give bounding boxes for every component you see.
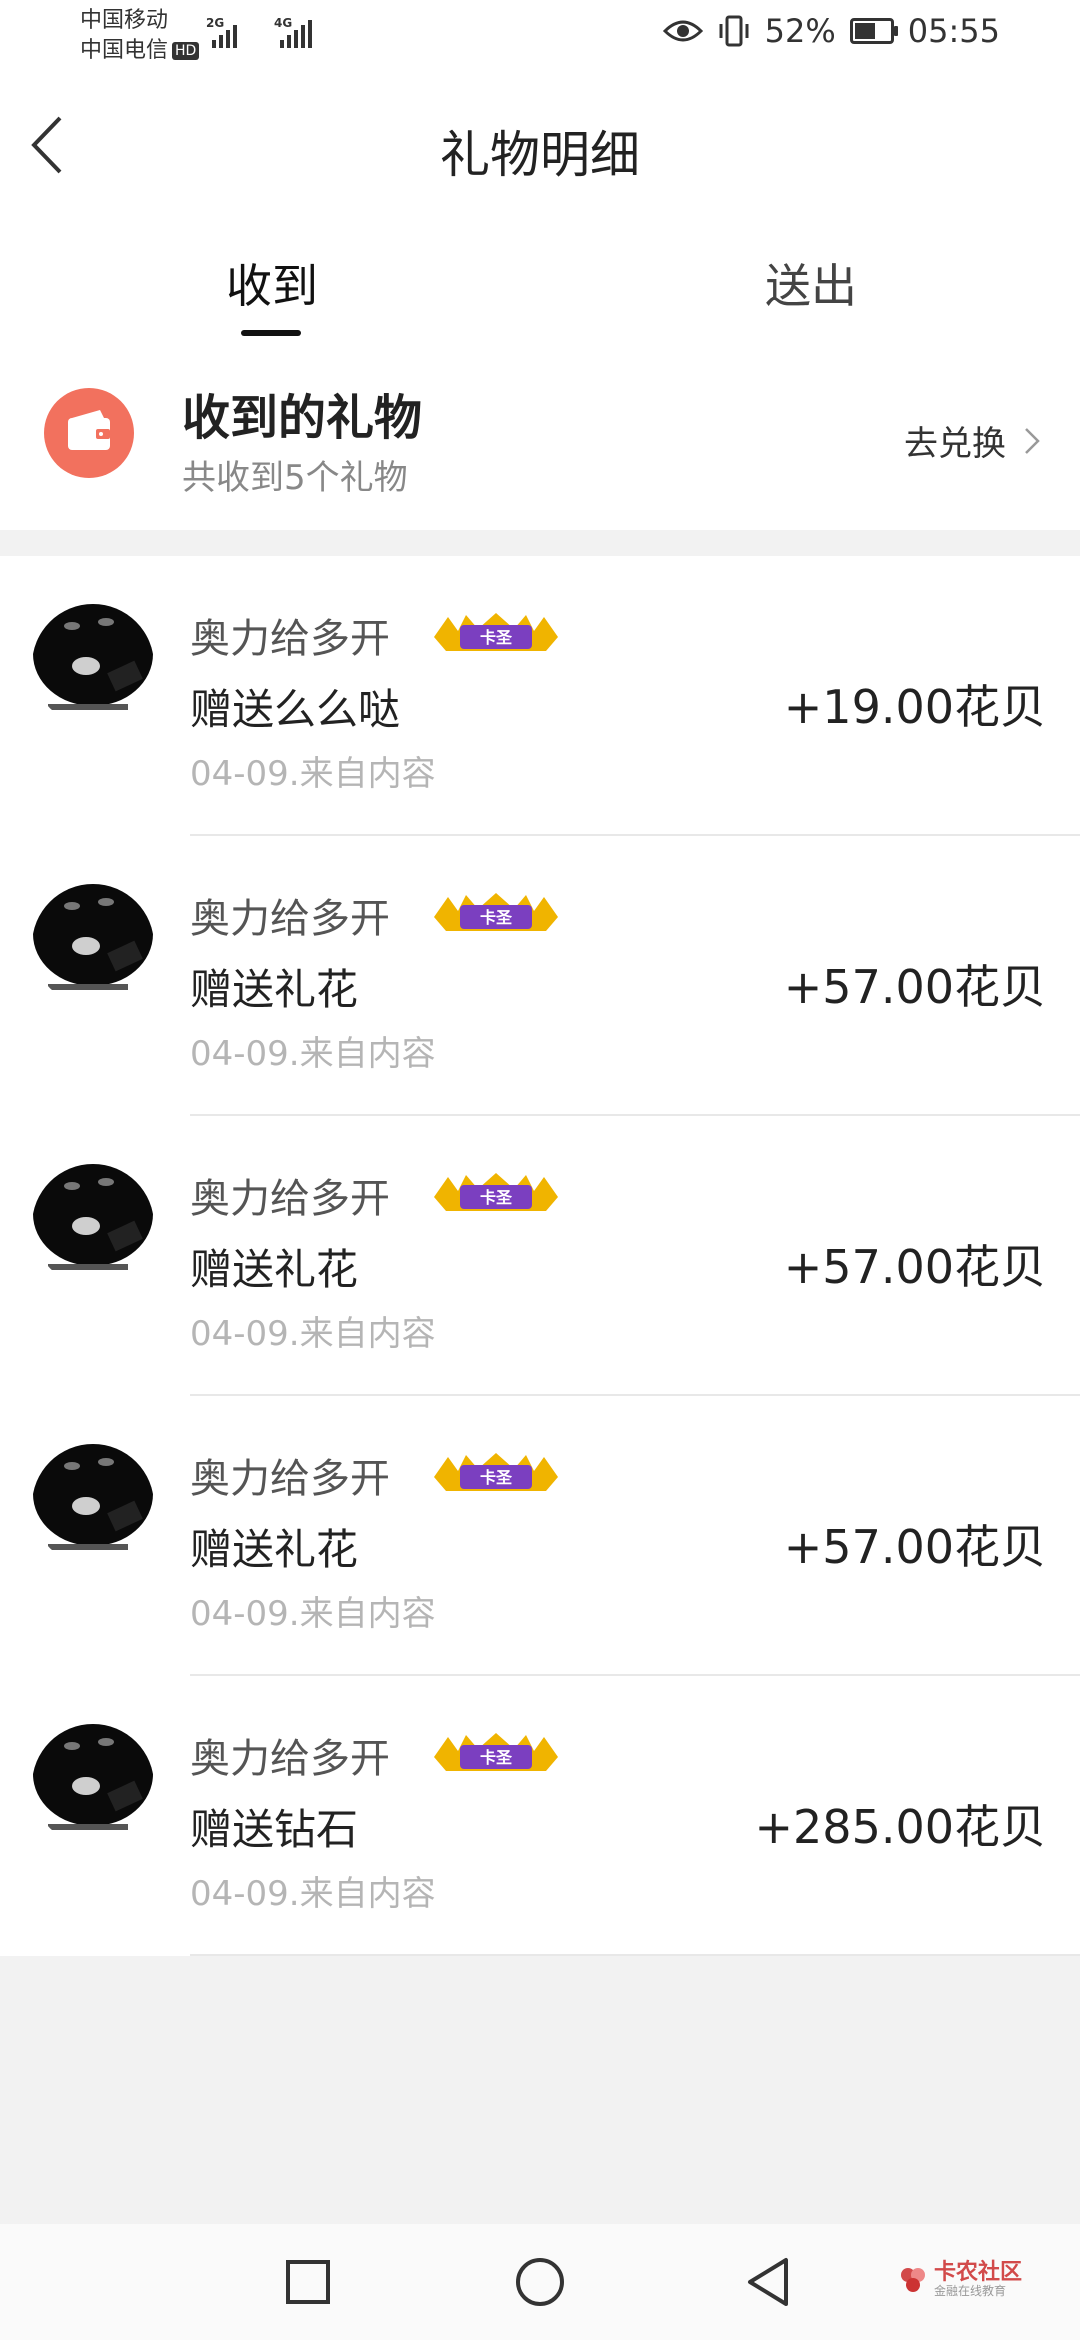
gift-description: 赠送钻石 bbox=[190, 1805, 359, 1854]
badge-label: 卡圣 bbox=[480, 908, 513, 927]
signal-2g-icon: 2G bbox=[206, 16, 237, 48]
network-4g-label: 4G bbox=[274, 16, 293, 30]
tab-indicator bbox=[241, 330, 301, 336]
network-2g-label: 2G bbox=[206, 16, 225, 30]
chevron-right-icon bbox=[1025, 427, 1040, 454]
system-nav-bar: 卡农社区 金融在线教育 bbox=[0, 2224, 1080, 2340]
watermark-logo-icon bbox=[900, 2268, 925, 2292]
gift-description: 赠送么么哒 bbox=[190, 685, 401, 734]
circle-icon[interactable] bbox=[512, 2254, 568, 2310]
triangle-back-icon[interactable] bbox=[742, 2254, 798, 2310]
tab-sent[interactable]: 送出 bbox=[765, 250, 857, 316]
gift-row[interactable]: 奥力给多开 卡圣 赠送礼花 04-09.来自内容 +57.00花贝 bbox=[0, 1396, 1080, 1676]
gift-meta: 04-09.来自内容 bbox=[190, 1314, 436, 1354]
vibrate-icon bbox=[719, 15, 749, 47]
summary-title: 收到的礼物 bbox=[182, 390, 423, 446]
status-bar: 中国移动 中国电信 HD 2G 4G 52% 05:55 bbox=[0, 0, 1080, 70]
gift-description: 赠送礼花 bbox=[190, 1525, 359, 1574]
badge-crown-icon: 卡圣 bbox=[434, 1173, 558, 1211]
sender-name[interactable]: 奥力给多开 bbox=[190, 606, 390, 664]
gift-row[interactable]: 奥力给多开 卡圣 赠送钻石 04-09.来自内容 +285.00花贝 bbox=[0, 1676, 1080, 1956]
gift-amount: +285.00花贝 bbox=[754, 1800, 1047, 1854]
gift-amount: +57.00花贝 bbox=[783, 1240, 1046, 1294]
badge-label: 卡圣 bbox=[480, 1188, 513, 1207]
square-icon[interactable] bbox=[280, 2254, 336, 2310]
badge-crown-icon: 卡圣 bbox=[434, 1733, 558, 1771]
signal-4g-icon: 4G bbox=[274, 16, 312, 48]
eye-icon bbox=[662, 20, 703, 42]
gift-amount: +57.00花贝 bbox=[783, 1520, 1046, 1574]
watermark: 卡农社区 金融在线教育 bbox=[898, 2262, 1022, 2298]
avatar[interactable] bbox=[32, 1444, 154, 1566]
gift-meta: 04-09.来自内容 bbox=[190, 754, 436, 794]
gift-meta: 04-09.来自内容 bbox=[190, 1874, 436, 1914]
summary-subtitle: 共收到5个礼物 bbox=[182, 458, 408, 498]
watermark-subtext: 金融在线教育 bbox=[933, 2284, 1006, 2298]
badge-label: 卡圣 bbox=[480, 628, 513, 647]
gift-row[interactable]: 奥力给多开 卡圣 赠送么么哒 04-09.来自内容 +19.00花贝 bbox=[0, 556, 1080, 836]
gift-amount: +19.00花贝 bbox=[783, 680, 1046, 734]
gift-row[interactable]: 奥力给多开 卡圣 赠送礼花 04-09.来自内容 +57.00花贝 bbox=[0, 836, 1080, 1116]
gift-summary: 收到的礼物 共收到5个礼物 去兑换 bbox=[0, 338, 1080, 530]
app-header: 礼物明细 bbox=[0, 70, 1080, 220]
carrier-info: 中国移动 中国电信 HD bbox=[80, 6, 200, 66]
hd-badge: HD bbox=[172, 42, 200, 60]
gift-amount: +57.00花贝 bbox=[783, 960, 1046, 1014]
sender-name[interactable]: 奥力给多开 bbox=[190, 886, 390, 944]
avatar[interactable] bbox=[32, 604, 154, 726]
avatar[interactable] bbox=[32, 1724, 154, 1846]
avatar[interactable] bbox=[32, 884, 154, 1006]
row-divider bbox=[190, 1954, 1080, 1956]
tab-bar: 收到 送出 bbox=[0, 220, 1080, 339]
gift-description: 赠送礼花 bbox=[190, 1245, 359, 1294]
battery-percent: 52% bbox=[764, 12, 836, 50]
status-right: 52% 05:55 bbox=[662, 12, 1000, 50]
gift-meta: 04-09.来自内容 bbox=[190, 1594, 436, 1634]
exchange-label: 去兑换 bbox=[904, 424, 1006, 464]
badge-label: 卡圣 bbox=[480, 1468, 513, 1487]
clock: 05:55 bbox=[907, 12, 1000, 50]
gift-row[interactable]: 奥力给多开 卡圣 赠送礼花 04-09.来自内容 +57.00花贝 bbox=[0, 1116, 1080, 1396]
badge-crown-icon: 卡圣 bbox=[434, 1453, 558, 1491]
badge-label: 卡圣 bbox=[480, 1748, 513, 1767]
battery-icon bbox=[849, 18, 898, 44]
tab-received[interactable]: 收到 bbox=[226, 250, 318, 316]
carrier-1: 中国移动 bbox=[80, 8, 169, 33]
watermark-text: 卡农社区 bbox=[933, 2260, 1022, 2285]
gift-meta: 04-09.来自内容 bbox=[190, 1034, 436, 1074]
badge-crown-icon: 卡圣 bbox=[434, 893, 558, 931]
gift-list: 奥力给多开 卡圣 赠送么么哒 04-09.来自内容 +19.00花贝 奥力给多开 bbox=[0, 556, 1080, 1956]
avatar[interactable] bbox=[32, 1164, 154, 1286]
sender-name[interactable]: 奥力给多开 bbox=[190, 1446, 390, 1504]
wallet-icon bbox=[44, 388, 134, 478]
badge-crown-icon: 卡圣 bbox=[434, 613, 558, 651]
page-title: 礼物明细 bbox=[440, 126, 640, 184]
exchange-button[interactable]: 去兑换 bbox=[904, 416, 1040, 465]
sender-name[interactable]: 奥力给多开 bbox=[190, 1166, 390, 1224]
sender-name[interactable]: 奥力给多开 bbox=[190, 1726, 390, 1784]
gift-description: 赠送礼花 bbox=[190, 965, 359, 1014]
carrier-2: 中国电信 bbox=[80, 38, 169, 63]
